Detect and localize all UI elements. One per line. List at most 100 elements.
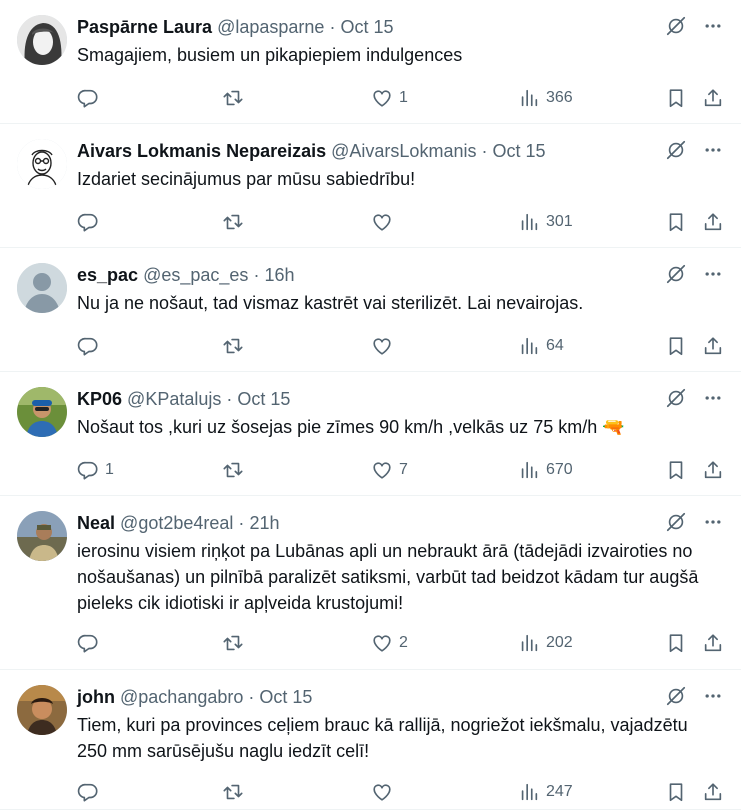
avatar[interactable] [17, 15, 67, 65]
retweet-button[interactable] [222, 86, 250, 110]
tweet[interactable]: john @pachangabro · Oct 15 Tiem, kuri pa … [0, 670, 741, 810]
retweet-button[interactable] [222, 210, 250, 234]
bookmark-button[interactable] [665, 631, 687, 655]
tweet-timestamp[interactable]: Oct 15 [340, 17, 393, 37]
reply-button[interactable] [77, 210, 105, 234]
share-icon [702, 781, 724, 803]
separator-dot: · [253, 265, 260, 285]
author-name[interactable]: Aivars Lokmanis Nepareizais [77, 141, 326, 161]
retweet-button[interactable] [222, 631, 250, 655]
bookmark-button[interactable] [665, 458, 687, 482]
tweet-corner-actions [665, 140, 723, 164]
tweet[interactable]: Neal @got2be4real · 21h ierosinu visiem r… [0, 496, 741, 670]
author-handle[interactable]: @got2be4real [120, 513, 233, 533]
author-handle[interactable]: @pachangabro [120, 687, 243, 707]
heart-icon [371, 781, 393, 803]
share-button[interactable] [702, 210, 724, 234]
grok-icon[interactable] [665, 15, 687, 42]
retweet-icon [222, 335, 244, 357]
like-button[interactable] [371, 334, 399, 358]
separator-dot: · [238, 513, 245, 533]
tweet-text: Smagajiem, busiem un pikapiepiem indulge… [77, 45, 463, 65]
retweet-button[interactable] [222, 780, 250, 804]
reply-button[interactable] [77, 631, 105, 655]
more-dots-icon[interactable] [703, 686, 723, 711]
share-button[interactable] [702, 334, 724, 358]
more-dots-icon[interactable] [703, 264, 723, 289]
reply-button[interactable]: 1 [77, 458, 114, 482]
grok-icon[interactable] [665, 511, 687, 538]
reply-button[interactable] [77, 780, 105, 804]
author-handle[interactable]: @es_pac_es [143, 265, 248, 285]
tweet-timestamp[interactable]: Oct 15 [259, 687, 312, 707]
bookmark-button[interactable] [665, 334, 687, 358]
author-name[interactable]: es_pac [77, 265, 138, 285]
share-button[interactable] [702, 631, 724, 655]
tweet-timestamp[interactable]: Oct 15 [237, 389, 290, 409]
author-handle[interactable]: @lapasparne [217, 17, 324, 37]
views-button[interactable]: 64 [518, 334, 564, 358]
tweet-timestamp[interactable]: 16h [264, 265, 294, 285]
avatar[interactable] [17, 685, 67, 735]
like-button[interactable] [371, 210, 399, 234]
reply-button[interactable] [77, 334, 105, 358]
grok-icon[interactable] [665, 263, 687, 290]
retweet-button[interactable] [222, 458, 250, 482]
author-handle[interactable]: @KPatalujs [127, 389, 221, 409]
more-dots-icon[interactable] [703, 388, 723, 413]
grok-icon[interactable] [665, 685, 687, 712]
author-name[interactable]: Neal [77, 513, 115, 533]
grok-icon[interactable] [665, 139, 687, 166]
author-name[interactable]: john [77, 687, 115, 707]
tweet-corner-actions [665, 264, 723, 288]
avatar[interactable] [17, 511, 67, 561]
share-button[interactable] [702, 458, 724, 482]
retweet-button[interactable] [222, 334, 250, 358]
tweet[interactable]: Aivars Lokmanis Nepareizais @AivarsLokma… [0, 124, 741, 248]
views-button[interactable]: 670 [518, 458, 573, 482]
author-name[interactable]: Paspārne Laura [77, 17, 212, 37]
reply-icon [77, 211, 99, 233]
tweet-timestamp[interactable]: 21h [249, 513, 279, 533]
view-count: 301 [546, 213, 573, 230]
views-button[interactable]: 247 [518, 780, 573, 804]
tweet-corner-actions [665, 388, 723, 412]
views-button[interactable]: 301 [518, 210, 573, 234]
bookmark-button[interactable] [665, 210, 687, 234]
tweet[interactable]: KP06 @KPatalujs · Oct 15 Nošaut tos ,kuri… [0, 372, 741, 496]
tweet-text: Tiem, kuri pa provinces ceļiem brauc kā … [77, 715, 688, 761]
view-count: 670 [546, 461, 573, 478]
views-chart-icon [518, 632, 540, 654]
more-dots-icon[interactable] [703, 512, 723, 537]
tweet-timestamp[interactable]: Oct 15 [493, 141, 546, 161]
more-dots-icon[interactable] [703, 140, 723, 165]
reply-button[interactable] [77, 86, 105, 110]
bookmark-button[interactable] [665, 780, 687, 804]
like-button[interactable]: 2 [371, 631, 408, 655]
share-button[interactable] [702, 780, 724, 804]
more-dots-icon[interactable] [703, 16, 723, 41]
avatar[interactable] [17, 139, 67, 189]
like-count: 7 [399, 461, 408, 478]
tweet-header: Paspārne Laura @lapasparne · Oct 15 [77, 16, 651, 38]
heart-icon [371, 335, 393, 357]
tweet[interactable]: es_pac @es_pac_es · 16h Nu ja ne nošaut, … [0, 248, 741, 372]
views-chart-icon [518, 211, 540, 233]
like-button[interactable] [371, 780, 399, 804]
like-button[interactable]: 1 [371, 86, 408, 110]
share-button[interactable] [702, 86, 724, 110]
avatar[interactable] [17, 387, 67, 437]
tweet-header: john @pachangabro · Oct 15 [77, 686, 651, 708]
author-handle[interactable]: @AivarsLokmanis [331, 141, 476, 161]
view-count: 202 [546, 634, 573, 651]
author-name[interactable]: KP06 [77, 389, 122, 409]
avatar[interactable] [17, 263, 67, 313]
bookmark-button[interactable] [665, 86, 687, 110]
bookmark-icon [665, 459, 687, 481]
grok-icon[interactable] [665, 387, 687, 414]
views-button[interactable]: 202 [518, 631, 573, 655]
tweet[interactable]: Paspārne Laura @lapasparne · Oct 15 Smaga… [0, 0, 741, 124]
like-button[interactable]: 7 [371, 458, 408, 482]
views-button[interactable]: 366 [518, 86, 573, 110]
bookmark-icon [665, 87, 687, 109]
